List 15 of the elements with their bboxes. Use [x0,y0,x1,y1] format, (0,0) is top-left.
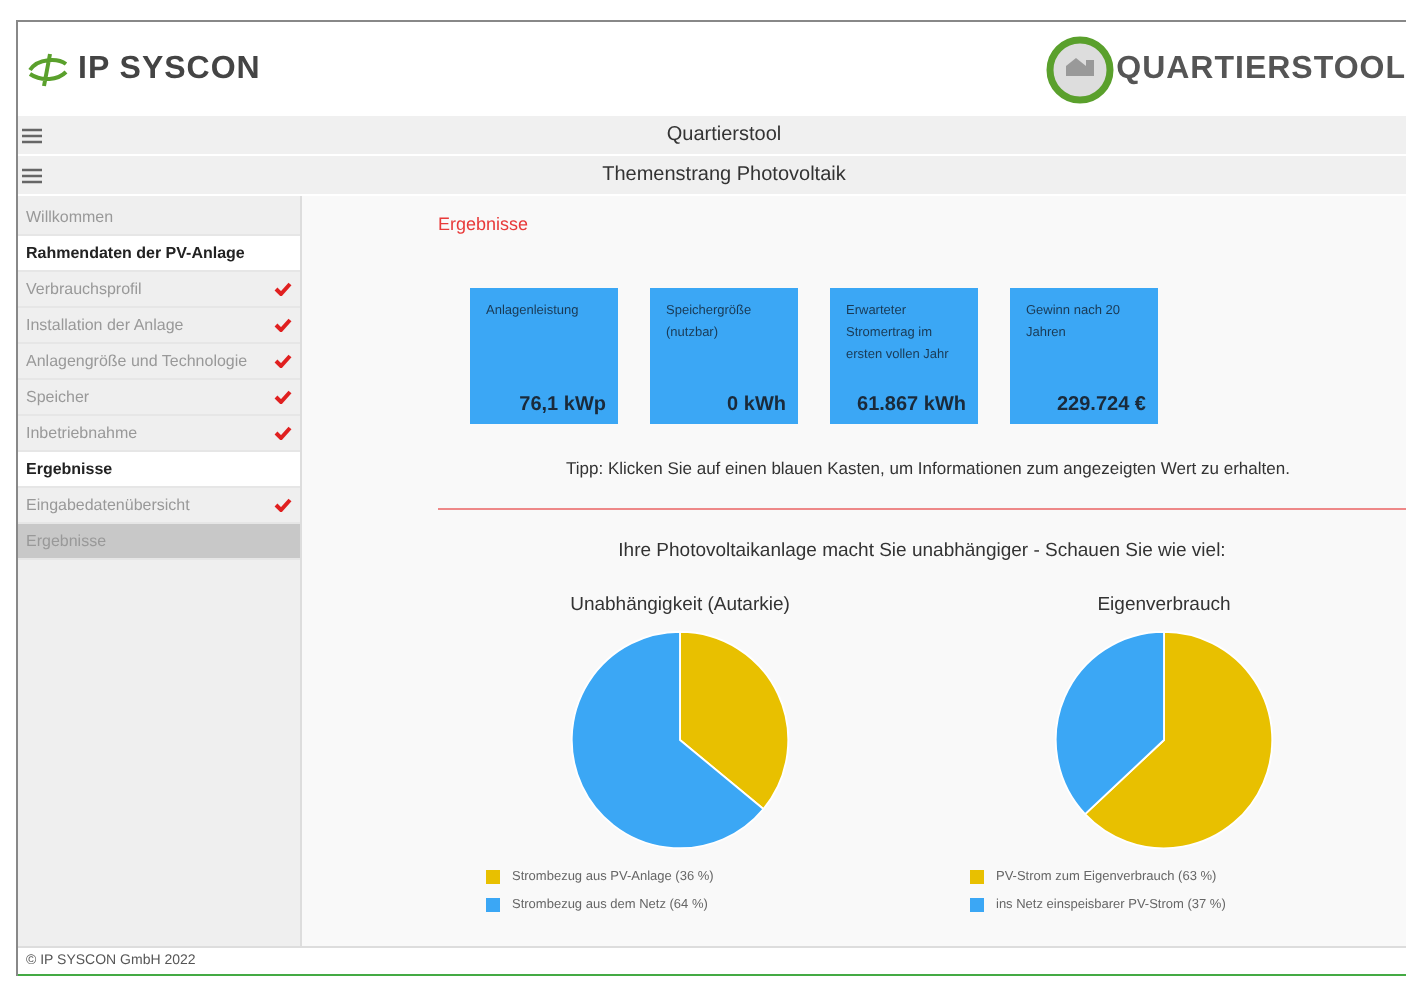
section-subheading: Ihre Photovoltaikanlage macht Sie unabhängiger - Schauen Sie wie viel: [616,538,1228,567]
tip-text: Tipp: Klicken Sie auf einen blauen Kasten, um Informationen zum angezeigten Wert zu erhalten. [566,455,1292,481]
bar-title: Themenstrang Photovoltaik [600,162,848,190]
sidebar-section-heading: Ergebnisse [18,452,300,488]
product-name: QUARTIERSTOOL [1116,49,1406,89]
brand-name: IP SYSCON [78,49,261,89]
sidebar-item[interactable]: Anlagengröße und Technologie [18,344,300,380]
bar-title: Quartierstool [664,122,784,150]
sidebar-section-heading: Rahmendaten der PV-Anlage [18,236,300,272]
chart-title: Unabhängigkeit (Autarkie) [570,591,790,619]
sidebar-item[interactable]: Verbrauchsprofil [18,272,300,308]
chart-title: Eigenverbrauch [1097,591,1231,619]
sidebar-item[interactable]: Installation der Anlage [18,308,300,344]
page-heading: Ergebnisse [438,212,531,238]
sidebar-item[interactable]: Speicher [18,380,300,416]
